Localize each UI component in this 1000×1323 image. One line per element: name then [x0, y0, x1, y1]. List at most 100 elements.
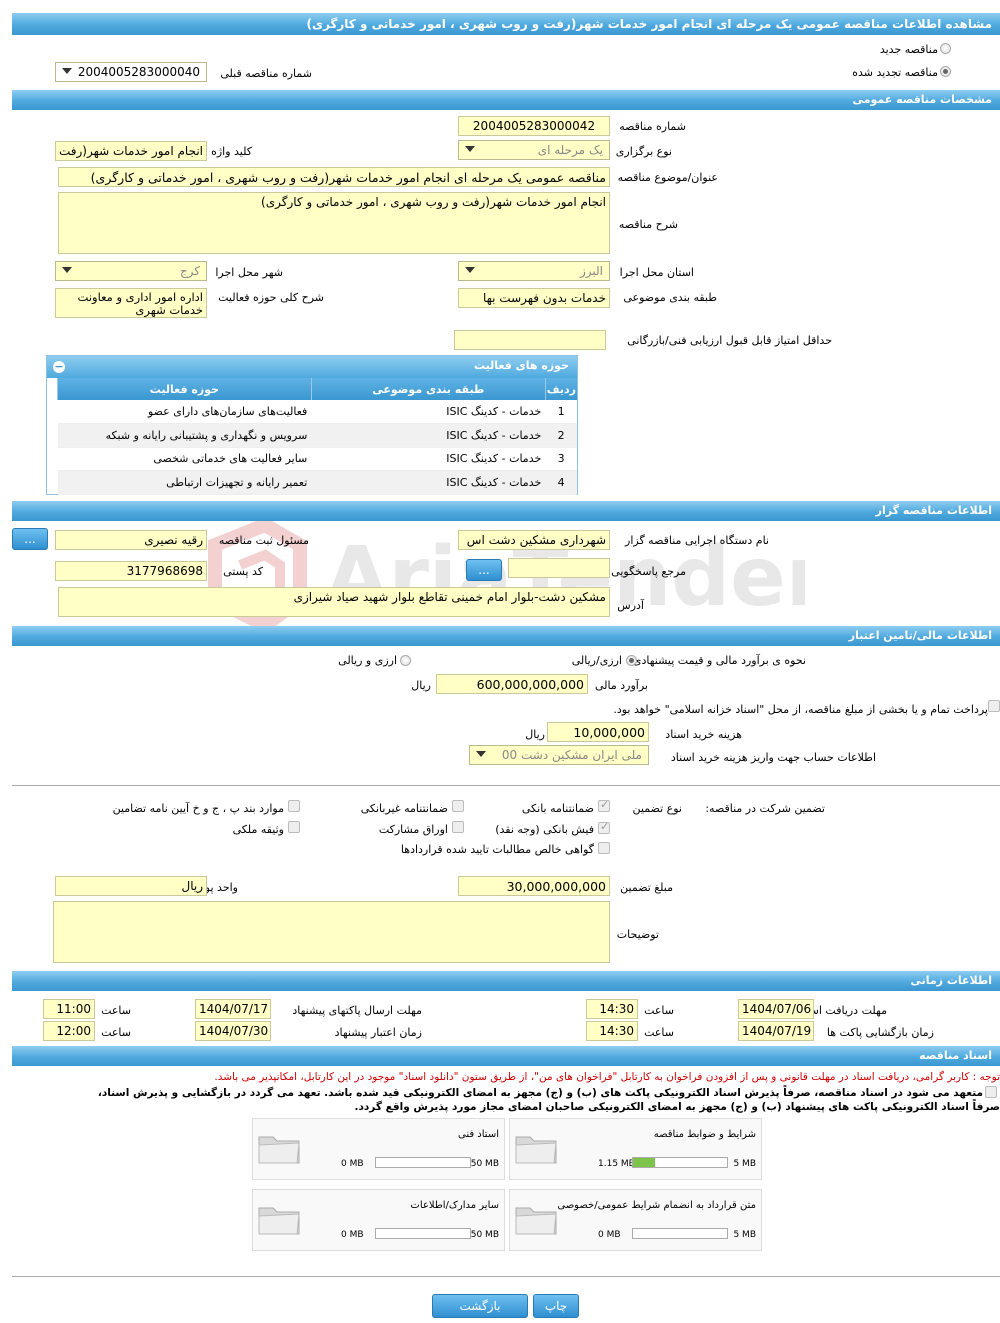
address-field[interactable]: مشکین دشت-بلوار امام خمینی تقاطع بلوار ش…: [58, 587, 610, 617]
property-collateral-checkbox[interactable]: [288, 821, 300, 833]
row-category: خدمات - کدینگ ISIC: [311, 423, 546, 448]
partnership-bonds-checkbox[interactable]: [452, 821, 464, 833]
file-title: استاد فنی: [458, 1129, 499, 1140]
opening-date[interactable]: 1404/07/19: [738, 1021, 814, 1041]
bank-guarantee-checkbox[interactable]: [598, 798, 610, 812]
table-row[interactable]: 3 خدمات - کدینگ ISIC سایر فعالیت های خدم…: [57, 447, 577, 471]
partnership-bonds-label: اوراق مشارکت: [378, 823, 448, 836]
subject-field[interactable]: مناقصه عمومی یک مرحله ای انجام امور خدما…: [58, 167, 610, 187]
column-header: حوزه فعالیت: [57, 378, 312, 400]
commitment-text-1: متعهد می شود در اسناد مناقصه، صرفاً پذیر…: [97, 1087, 983, 1099]
doc-receive-date[interactable]: 1404/07/06: [738, 999, 814, 1019]
submit-time[interactable]: 11:00: [43, 999, 95, 1019]
file-progress-bar: [632, 1157, 728, 1168]
file-card-conditions[interactable]: شرایط و ضوابط مناقصه 1.15 MB 5 MB: [509, 1118, 762, 1180]
collapse-icon[interactable]: −: [53, 361, 65, 373]
submit-date[interactable]: 1404/07/17: [195, 999, 271, 1019]
holding-type-label: نوع برگزاری: [615, 145, 672, 158]
province-select[interactable]: البرز: [458, 261, 610, 281]
guarantee-amount-label: مبلغ تضمین: [620, 881, 673, 894]
chevron-down-icon: [62, 267, 72, 273]
renewed-tender-label: مناقصه تجدید شده: [852, 66, 938, 79]
activities-panel-header: حوزه های فعالیت −: [47, 356, 577, 378]
opening-time[interactable]: 14:30: [586, 1021, 638, 1041]
keyword-field[interactable]: انجام امور خدمات شهر(رفت: [55, 141, 207, 161]
file-progress-bar: [375, 1228, 471, 1239]
reference-label: مرجع پاسخگویی: [611, 565, 686, 578]
estimate-method-label: نحوه ی برآورد مالی و قیمت پیشنهادی: [632, 654, 806, 667]
file-max-size: 50 MB: [470, 1230, 499, 1240]
account-select[interactable]: ملی ایران مشکین دشت 00: [469, 745, 649, 765]
org-name-field[interactable]: شهرداری مشکین دشت اس: [458, 530, 610, 550]
holding-type-select[interactable]: یک مرحله ای: [458, 140, 610, 160]
column-header: ردیف: [544, 378, 577, 400]
print-button[interactable]: چاپ: [533, 1294, 579, 1318]
commitment-text-2: صرفاً اسناد الکترونیکی پاکت های پیشنهاد …: [354, 1101, 1000, 1113]
table-row[interactable]: 4 خدمات - کدینگ ISIC تعمیر رایانه و تجهی…: [57, 470, 577, 495]
file-card-other[interactable]: سایر مدارک/اطلاعات 0 MB 50 MB: [252, 1189, 505, 1251]
file-card-contract[interactable]: متن قرارداد به انضمام شرایط عمومی/خصوصی …: [509, 1189, 762, 1251]
table-row[interactable]: 1 خدمات - کدینگ ISIC فعالیت‌های سازمان‌ه…: [57, 400, 577, 424]
file-card-technical[interactable]: استاد فنی 0 MB 50 MB: [252, 1118, 505, 1180]
reference-field[interactable]: [508, 558, 610, 578]
validity-label: زمان اعتبار پیشنهاد: [334, 1026, 422, 1039]
folder-icon: [258, 1136, 300, 1164]
description-field[interactable]: انجام امور خدمات شهر(رفت و روب شهری ، ام…: [58, 192, 610, 254]
category-field[interactable]: خدمات بدون فهرست بها: [458, 288, 610, 308]
fx-rial-label: ارزی/ریالی: [571, 654, 622, 667]
bank-receipt-checkbox[interactable]: [598, 820, 610, 834]
subject-label: عنوان/موضوع مناقصه: [617, 171, 718, 184]
chevron-down-icon: [465, 146, 475, 152]
file-max-size: 50 MB: [470, 1159, 499, 1169]
fx-and-rial-label: ارزی و ریالی: [338, 654, 397, 667]
reference-lookup-button[interactable]: ...: [466, 559, 502, 581]
previous-number-select[interactable]: 2004005283000040: [55, 62, 207, 82]
registrar-lookup-button[interactable]: ...: [12, 528, 48, 550]
table-row[interactable]: 2 خدمات - کدینگ ISIC سرویس و نگهداری و پ…: [57, 423, 577, 448]
validity-time[interactable]: 12:00: [43, 1021, 95, 1041]
fx-and-rial-radio[interactable]: [400, 655, 411, 666]
bank-receipt-label: فیش بانکی (وجه نقد): [495, 823, 594, 836]
clauses-checkbox[interactable]: [288, 800, 300, 812]
net-claims-checkbox[interactable]: [598, 842, 610, 854]
currency-unit-field[interactable]: ریال: [55, 876, 207, 896]
fx-rial-radio[interactable]: [626, 655, 637, 666]
registrar-field[interactable]: رقیه نصیری: [55, 530, 207, 550]
previous-number-label: شماره مناقصه قبلی: [220, 67, 312, 80]
notes-label: توضیحات: [616, 928, 659, 941]
commitment-checkbox[interactable]: [985, 1086, 997, 1098]
treasury-checkbox[interactable]: [988, 700, 1000, 712]
guarantee-amount-field[interactable]: 30,000,000,000: [458, 876, 610, 896]
non-bank-guarantee-label: ضمانتنامه غیربانکی: [360, 802, 448, 815]
validity-date[interactable]: 1404/07/30: [195, 1021, 271, 1041]
guarantee-type-label: نوع تضمین: [632, 802, 682, 815]
timing-section-header: اطلاعات زمانی: [12, 971, 1000, 991]
doc-fee-field[interactable]: 10,000,000: [547, 722, 649, 742]
account-label: اطلاعات حساب جهت واریز هزینه خرید اسناد: [670, 751, 876, 764]
renewed-tender-radio[interactable]: [940, 66, 951, 77]
tender-number-field[interactable]: 2004005283000042: [458, 116, 610, 136]
non-bank-guarantee-checkbox[interactable]: [452, 800, 464, 812]
general-section-header: مشخصات مناقصه عمومی: [12, 90, 1000, 110]
notes-field[interactable]: [53, 901, 610, 963]
file-progress-bar: [632, 1228, 728, 1239]
row-category: خدمات - کدینگ ISIC: [311, 400, 546, 424]
file-progress-bar: [375, 1157, 471, 1168]
description-label: شرح مناقصه: [618, 218, 678, 231]
estimate-field[interactable]: 600,000,000,000: [436, 674, 588, 694]
doc-receive-time[interactable]: 14:30: [586, 999, 638, 1019]
time-label: ساعت: [644, 1004, 674, 1017]
city-select[interactable]: کرج: [55, 261, 207, 281]
keyword-label: کلید واژه: [211, 145, 252, 158]
min-score-field[interactable]: [454, 330, 606, 350]
activity-scope-field[interactable]: اداره امور اداری و معاونت خدمات شهری: [55, 288, 207, 318]
opening-label: زمان بازگشایی پاکت ها: [826, 1026, 934, 1039]
page-title: مشاهده اطلاعات مناقصه عمومی یک مرحله ای …: [12, 13, 1000, 35]
time-label: ساعت: [644, 1026, 674, 1039]
back-button[interactable]: بازگشت: [432, 1294, 528, 1318]
file-current-size: 1.15 MB: [598, 1159, 635, 1169]
new-tender-radio[interactable]: [940, 43, 951, 54]
postal-code-field[interactable]: 3177968698: [55, 561, 207, 581]
folder-icon: [515, 1136, 557, 1164]
new-tender-label: مناقصه جدید: [879, 43, 938, 56]
